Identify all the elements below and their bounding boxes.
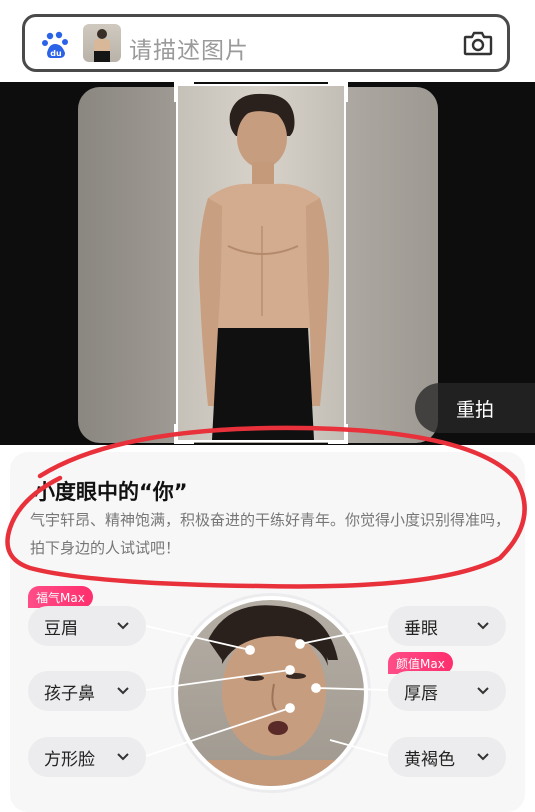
baidu-logo-icon[interactable]: du: [41, 31, 73, 59]
feature-label: 豆眉: [44, 618, 78, 639]
photo-preview-area: 重拍: [0, 82, 535, 445]
feature-chip-eyes[interactable]: 垂眼: [388, 606, 506, 646]
feature-chip-nose[interactable]: 孩子鼻: [28, 671, 146, 711]
feature-chip-skin-tone[interactable]: 黄褐色: [388, 737, 506, 777]
result-description: 气宇轩昂、精神饱满，积极奋进的干练好青年。你觉得小度识别得准吗，拍下身边的人试试…: [30, 511, 511, 557]
chevron-down-icon: [477, 687, 489, 695]
person-photo: [199, 93, 329, 440]
chevron-down-icon: [117, 687, 129, 695]
tag-fortune-max: 福气Max: [28, 586, 93, 608]
retake-button[interactable]: 重拍: [415, 383, 535, 433]
feature-label: 方形脸: [44, 749, 95, 770]
chevron-down-icon: [477, 753, 489, 761]
top-bar: du 请描述图片: [0, 0, 535, 82]
feature-chip-face-shape[interactable]: 方形脸: [28, 737, 146, 777]
result-title: 小度眼中的“你”: [34, 480, 188, 504]
crop-box[interactable]: [174, 82, 348, 444]
feature-chip-lips[interactable]: 厚唇: [388, 671, 506, 711]
search-box[interactable]: du 请描述图片: [22, 14, 510, 72]
feature-label: 孩子鼻: [44, 683, 95, 704]
face-photo: [178, 605, 364, 786]
feature-label: 黄褐色: [404, 749, 455, 770]
chevron-down-icon: [117, 753, 129, 761]
svg-text:du: du: [50, 49, 62, 58]
face-crop: [174, 596, 368, 790]
uploaded-image-thumbnail[interactable]: [83, 24, 121, 62]
search-input[interactable]: 请描述图片: [129, 31, 249, 65]
chevron-down-icon: [477, 622, 489, 630]
camera-icon[interactable]: [463, 30, 493, 56]
chevron-down-icon: [117, 622, 129, 630]
feature-chip-eyebrows[interactable]: 豆眉: [28, 606, 146, 646]
feature-label: 厚唇: [404, 683, 438, 704]
feature-label: 垂眼: [404, 618, 438, 639]
